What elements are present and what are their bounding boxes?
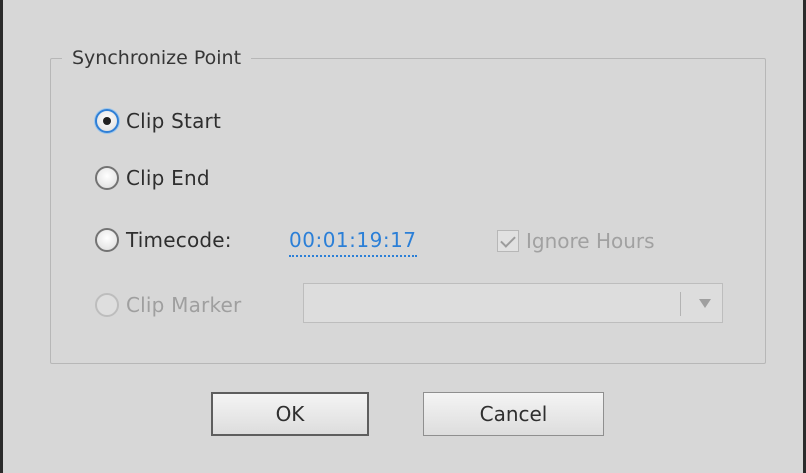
radio-selected-icon[interactable] bbox=[95, 109, 119, 133]
radio-label-clip-start: Clip Start bbox=[126, 109, 221, 133]
radio-clip-marker[interactable]: Clip Marker bbox=[95, 287, 241, 323]
radio-label-timecode: Timecode: bbox=[126, 228, 232, 252]
clip-marker-select[interactable] bbox=[303, 283, 723, 323]
radio-timecode[interactable]: Timecode: bbox=[95, 222, 232, 258]
dropdown-arrow-icon[interactable] bbox=[699, 299, 711, 308]
ok-button[interactable]: OK bbox=[211, 392, 369, 436]
timecode-value-field[interactable]: 00:01:19:17 bbox=[289, 225, 417, 257]
radio-unselected-icon[interactable] bbox=[95, 166, 119, 190]
radio-unselected-icon[interactable] bbox=[95, 228, 119, 252]
sync-dialog-stage: Synchronize Point Clip Start Clip End Ti… bbox=[0, 0, 806, 473]
select-divider bbox=[680, 292, 681, 316]
synchronize-dialog: Synchronize Point Clip Start Clip End Ti… bbox=[0, 0, 806, 473]
radio-disabled-icon[interactable] bbox=[95, 293, 119, 317]
radio-clip-start[interactable]: Clip Start bbox=[95, 103, 221, 139]
cancel-button[interactable]: Cancel bbox=[423, 392, 604, 436]
ignore-hours-checkbox[interactable]: Ignore Hours bbox=[497, 223, 655, 259]
ignore-hours-label: Ignore Hours bbox=[526, 229, 655, 253]
radio-label-clip-end: Clip End bbox=[126, 166, 210, 190]
checkbox-checked-icon[interactable] bbox=[497, 230, 519, 252]
radio-clip-end[interactable]: Clip End bbox=[95, 160, 210, 196]
group-title: Synchronize Point bbox=[62, 44, 252, 72]
radio-label-clip-marker: Clip Marker bbox=[126, 293, 242, 317]
